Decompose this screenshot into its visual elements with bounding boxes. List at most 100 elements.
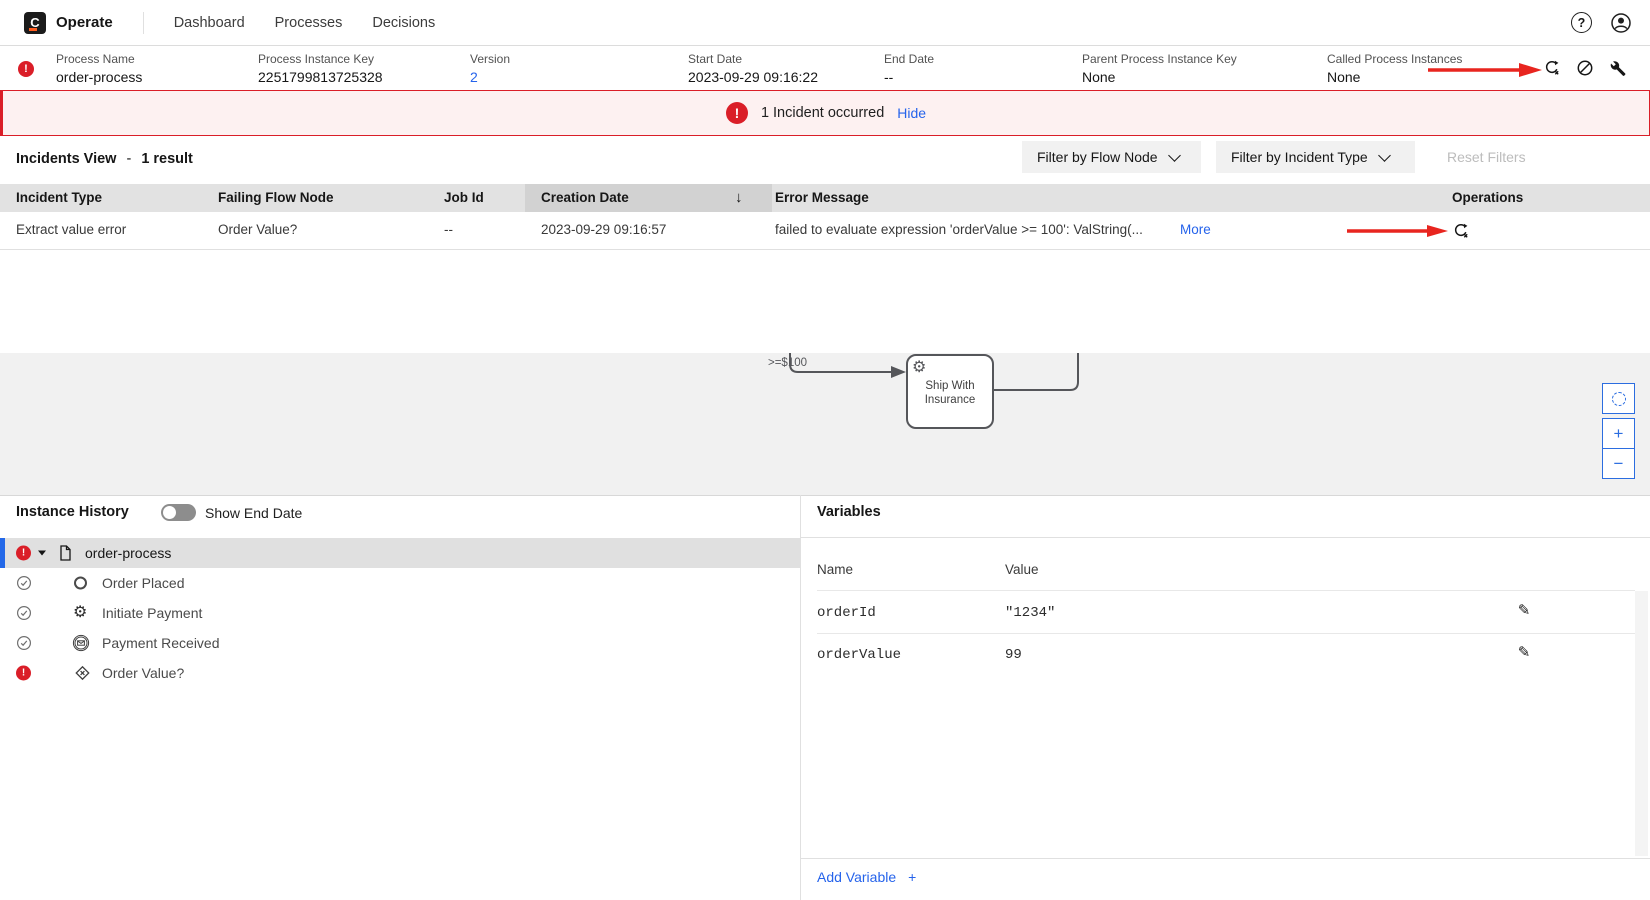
col-error-message[interactable]: Error Message [775, 184, 869, 212]
incidents-table-header: Creation Date ↓ Incident Type Failing Fl… [0, 184, 1650, 212]
task-name-line2: Insurance [925, 394, 976, 406]
diagram-zoom-in-button[interactable]: + [1602, 418, 1635, 449]
chevron-down-icon [1378, 149, 1391, 162]
variable-name: orderValue [817, 647, 901, 663]
incident-row[interactable]: Extract value error Order Value? -- 2023… [0, 212, 1650, 250]
add-variable-button[interactable]: Add Variable + [817, 869, 916, 885]
reset-viewport-icon [1612, 392, 1626, 406]
creation-date-value: 2023-09-29 09:16:57 [541, 212, 666, 247]
incident-type-value: Extract value error [16, 212, 126, 247]
start-event-icon [74, 577, 87, 590]
completed-check-icon [16, 575, 32, 591]
history-item-label: Order Value? [102, 665, 184, 681]
flow-condition-label: >=$100 [768, 357, 807, 369]
filter-by-incident-type-dropdown[interactable]: Filter by Incident Type [1216, 141, 1415, 173]
show-end-date-toggle[interactable] [161, 504, 196, 521]
nav-item-decisions[interactable]: Decisions [372, 15, 435, 31]
bpmn-diagram: >=$100 ⚙ Ship With Insurance [0, 353, 1650, 495]
edit-variable-icon[interactable]: ✎ [1514, 601, 1534, 621]
version-link[interactable]: 2 [470, 69, 510, 85]
instance-history-title: Instance History [16, 504, 129, 520]
incident-state-icon: ! [16, 546, 31, 561]
failing-flow-node-value: Order Value? [218, 212, 297, 247]
variables-panel-title: Variables [817, 504, 881, 520]
instance-incident-icon: ! [18, 61, 34, 77]
retry-incident-icon[interactable] [1452, 222, 1470, 240]
chevron-down-icon [1168, 149, 1181, 162]
field-process-instance-key: Process Instance Key 2251799813725328 [258, 52, 383, 85]
message-event-icon [72, 634, 90, 652]
variables-scrollbar[interactable] [1635, 591, 1648, 856]
chevron-expanded-icon[interactable] [38, 551, 46, 556]
plus-icon: + [908, 869, 916, 885]
error-message-more-link[interactable]: More [1180, 212, 1211, 247]
field-start-date: Start Date 2023-09-29 09:16:22 [688, 52, 818, 85]
user-account-icon[interactable] [1610, 12, 1632, 34]
variable-row-divider [817, 590, 1635, 591]
service-task-gear-icon: ⚙ [912, 359, 926, 376]
history-item-label: Payment Received [102, 635, 220, 651]
diagram-reset-view-button[interactable] [1602, 383, 1635, 414]
field-end-date: End Date -- [884, 52, 934, 85]
job-id-value: -- [444, 212, 453, 247]
hide-incidents-link[interactable]: Hide [897, 105, 926, 121]
top-navigation-bar: C Operate Dashboard Processes Decisions … [0, 0, 1650, 46]
edit-variable-icon[interactable]: ✎ [1514, 643, 1534, 663]
show-end-date-label: Show End Date [205, 505, 302, 521]
field-parent-process-instance-key: Parent Process Instance Key None [1082, 52, 1237, 85]
incidents-toolbar: Incidents View - 1 result Filter by Flow… [0, 136, 1650, 184]
task-name-line1: Ship With [925, 380, 974, 392]
col-incident-type[interactable]: Incident Type [16, 184, 102, 212]
banner-message: 1 Incident occurred [761, 105, 884, 121]
history-item-label: order-process [85, 545, 171, 561]
variables-footer-divider [801, 858, 1650, 859]
creation-date-sorted-cell[interactable]: Creation Date ↓ [525, 184, 772, 212]
field-called-process-instances: Called Process Instances None [1327, 52, 1462, 85]
history-row-initiate-payment[interactable]: ⚙ Initiate Payment [0, 598, 800, 628]
history-item-label: Initiate Payment [102, 605, 202, 621]
process-instance-header: ! Process Name order-process Process Ins… [0, 46, 1650, 90]
completed-check-icon [16, 635, 32, 651]
app-title: Operate [56, 14, 113, 31]
retry-instance-icon[interactable] [1543, 59, 1561, 77]
bpmn-diagram-panel[interactable]: >=$100 ⚙ Ship With Insurance [0, 353, 1650, 495]
modify-instance-wrench-icon[interactable] [1609, 59, 1627, 77]
banner-incident-icon: ! [726, 102, 748, 124]
incidents-view-title: Incidents View - 1 result [16, 151, 193, 167]
variables-header-divider [801, 537, 1650, 538]
incident-state-icon: ! [16, 666, 31, 681]
variable-value: 99 [1005, 647, 1022, 663]
sort-descending-icon: ↓ [735, 184, 743, 212]
diagram-zoom-out-button[interactable]: − [1602, 448, 1635, 479]
variable-value: "1234" [1005, 605, 1055, 621]
field-version: Version 2 [470, 52, 510, 85]
help-icon[interactable]: ? [1571, 12, 1592, 33]
completed-check-icon [16, 605, 32, 621]
service-task-gear-icon: ⚙ [73, 605, 87, 621]
filter-by-flow-node-dropdown[interactable]: Filter by Flow Node [1022, 141, 1201, 173]
history-row-order-placed[interactable]: Order Placed [0, 568, 800, 598]
col-failing-flow-node[interactable]: Failing Flow Node [218, 184, 334, 212]
error-message-value: failed to evaluate expression 'orderValu… [775, 212, 1143, 247]
process-document-icon [57, 545, 73, 562]
camunda-logo[interactable]: C [24, 12, 46, 34]
nav-item-processes[interactable]: Processes [275, 15, 343, 31]
toggle-knob [163, 506, 176, 519]
exclusive-gateway-icon [73, 664, 92, 683]
col-job-id[interactable]: Job Id [444, 184, 484, 212]
sequence-flow-arrowhead [891, 366, 906, 378]
panel-divider [800, 495, 801, 900]
history-row-order-process[interactable]: ! order-process [0, 538, 800, 568]
history-row-payment-received[interactable]: Payment Received [0, 628, 800, 658]
nav-item-dashboard[interactable]: Dashboard [174, 15, 245, 31]
reset-filters-button[interactable]: Reset Filters [1447, 149, 1526, 165]
cancel-instance-icon[interactable] [1576, 59, 1594, 77]
logo-accent [29, 28, 37, 31]
variables-col-name: Name [817, 562, 853, 577]
sequence-flow-out [993, 353, 1078, 390]
field-process-name: Process Name order-process [56, 52, 142, 85]
history-item-label: Order Placed [102, 575, 184, 591]
variable-row-divider [817, 633, 1635, 634]
nav-divider [143, 12, 144, 34]
history-row-order-value[interactable]: ! Order Value? [0, 658, 800, 688]
